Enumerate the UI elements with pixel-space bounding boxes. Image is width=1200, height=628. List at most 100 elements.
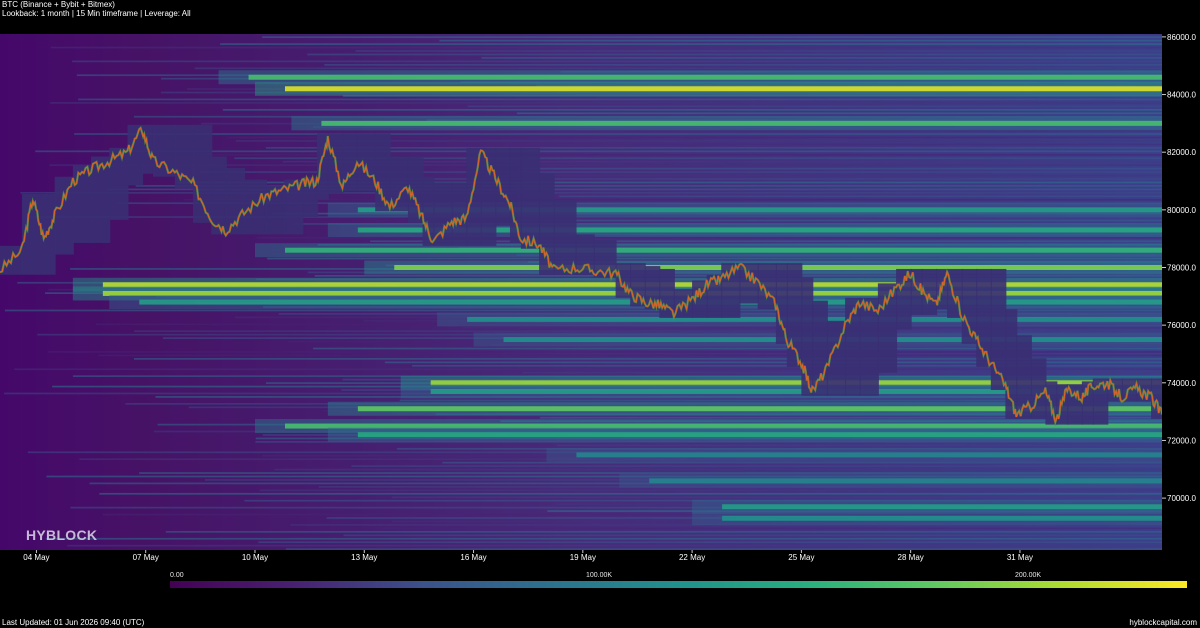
y-tick-label: 78000.0: [1167, 263, 1196, 272]
last-updated-text: Last Updated: 01 Jun 2026 09:40 (UTC): [2, 618, 145, 627]
heatmap-texture-band: [274, 468, 1162, 471]
y-tick-label: 72000.0: [1167, 436, 1196, 445]
heatmap-texture-band: [99, 492, 1162, 495]
y-tick-label: 86000.0: [1167, 33, 1196, 42]
x-tick-label: 04 May: [23, 553, 49, 562]
y-tick-label: 74000.0: [1167, 379, 1196, 388]
cleared-zone: [739, 263, 759, 304]
x-tick-label: 10 May: [242, 553, 268, 562]
heatmap-texture-band: [45, 537, 1162, 540]
y-tick-label: 82000.0: [1167, 148, 1196, 157]
heatmap-texture-band: [72, 60, 1162, 63]
x-tick-label: 19 May: [570, 553, 596, 562]
cleared-zone: [193, 124, 213, 223]
heatmap-texture-band: [257, 34, 1162, 35]
chart-subtitle: Lookback: 1 month | 15 Min timeframe | L…: [2, 9, 191, 18]
cleared-zone: [356, 133, 377, 192]
heatmap-texture-band: [559, 195, 1162, 198]
colorbar: [170, 581, 1187, 588]
cleared-zone: [244, 179, 267, 235]
cleared-zone: [509, 147, 522, 243]
heatmap-texture-band: [521, 167, 1162, 170]
heatmap-texture-band: [324, 63, 1162, 66]
heatmap-texture-band: [481, 57, 1162, 59]
chart-title: BTC (Binance + Bybit + Bitmex): [2, 0, 115, 9]
heatmap-texture-band: [50, 46, 1162, 49]
heatmap-texture-band: [516, 112, 1162, 115]
cleared-zone: [495, 147, 511, 226]
cleared-zone: [877, 283, 898, 373]
heatmap-texture-band: [343, 534, 1162, 537]
x-tick-label: 22 May: [679, 553, 705, 562]
cleared-zone: [72, 165, 93, 243]
heatmap-texture-band: [313, 347, 1162, 350]
hyblock-watermark: HYBLOCK: [26, 527, 98, 543]
heatmap-texture-band: [285, 548, 1162, 550]
heatmap-texture-band: [256, 236, 1162, 239]
heatmap-texture-band: [220, 43, 1162, 45]
cleared-zone: [859, 297, 879, 396]
y-tick-label: 76000.0: [1167, 321, 1196, 330]
heatmap-texture-band: [20, 191, 1162, 194]
cleared-zone: [786, 263, 803, 367]
cleared-zone: [211, 156, 227, 235]
liquidation-level: [284, 86, 1162, 92]
heatmap-texture-band: [262, 36, 1162, 39]
colorbar-label-max: 200.00K: [1015, 572, 1042, 579]
liquidation-level: [248, 74, 1162, 80]
cleared-zone: [575, 234, 595, 275]
heatmap-texture-band: [524, 143, 1162, 146]
heatmap-texture-band: [222, 108, 1162, 111]
x-tick-label: 13 May: [351, 553, 377, 562]
cleared-zone: [480, 147, 497, 246]
heatmap-texture-band: [258, 541, 1162, 544]
cleared-zone: [539, 173, 555, 275]
x-tick-label: 16 May: [460, 553, 486, 562]
x-tick-label: 25 May: [788, 553, 814, 562]
heatmap-texture-band: [194, 67, 1162, 70]
liquidation-level: [357, 432, 1162, 438]
heatmap-texture-band: [351, 465, 1162, 467]
heatmap-texture-band: [183, 198, 1162, 201]
heatmap-texture-band: [74, 133, 1162, 135]
liquidation-level: [649, 478, 1162, 484]
liquidation-level: [722, 515, 1162, 521]
colorbar-label-mid: 100.00K: [586, 572, 613, 579]
liquidation-heatmap: 70000.0 72000.0 74000.0 76000.0 78000.0 80000…: [0, 33, 1196, 562]
heatmap-texture-band: [556, 444, 1162, 447]
heatmap-texture-band: [483, 174, 1162, 177]
x-tick-label: 31 May: [1007, 553, 1033, 562]
heatmap-texture-band: [267, 257, 1162, 260]
heatmap-texture-band: [442, 461, 1162, 464]
y-tick-label: 70000.0: [1167, 494, 1196, 503]
y-tick-label: 84000.0: [1167, 91, 1196, 100]
cleared-zone: [91, 156, 111, 243]
heatmap-texture-band: [514, 219, 1162, 222]
heatmap-texture-band: [14, 368, 1162, 371]
liquidation-level: [284, 247, 1162, 253]
liquidation-level: [321, 120, 1162, 126]
heatmap-texture-band: [165, 530, 1162, 533]
heatmap-texture-band: [391, 496, 1162, 499]
heatmap-texture-band: [139, 472, 1162, 474]
y-tick-label: 80000.0: [1167, 206, 1196, 215]
heatmap-texture-band: [383, 527, 1162, 530]
heatmap-texture-band: [467, 105, 1162, 108]
heatmap-texture-band: [307, 53, 1162, 56]
heatmap-texture-band: [67, 544, 1162, 547]
cleared-zone: [1121, 378, 1138, 402]
liquidation-level: [576, 452, 1162, 458]
heatmap-texture-band: [78, 98, 1162, 101]
cleared-zone: [451, 182, 468, 246]
x-tick-label: 28 May: [898, 553, 924, 562]
heatmap-texture-band: [439, 39, 1162, 42]
cleared-zone: [520, 147, 541, 249]
heatmap-texture-band: [50, 102, 1162, 104]
liquidation-level: [722, 504, 1162, 510]
cleared-zone: [174, 124, 195, 189]
heatmap-texture-band: [265, 147, 1162, 149]
cleared-zone: [54, 176, 74, 255]
site-link[interactable]: hyblockcapital.com: [1129, 618, 1197, 627]
x-tick-label: 07 May: [133, 553, 159, 562]
cleared-zone: [1005, 309, 1018, 419]
